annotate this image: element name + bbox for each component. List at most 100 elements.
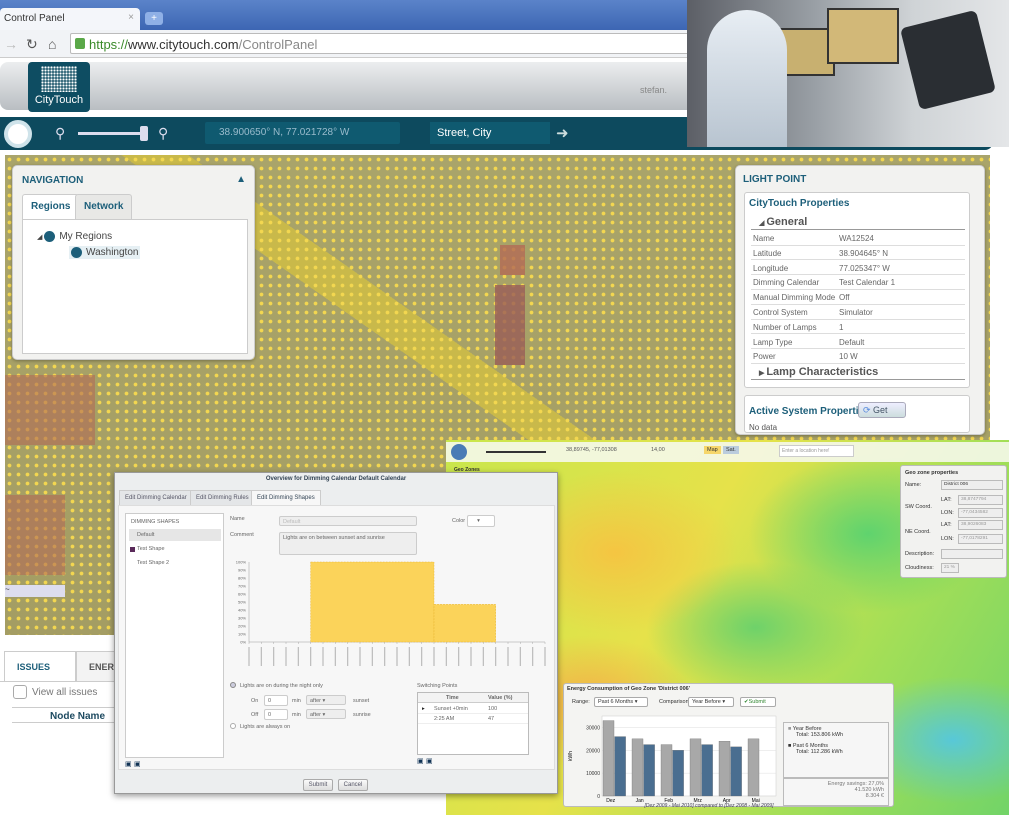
tree-item-my-regions[interactable]: ◢ My Regions bbox=[37, 231, 112, 242]
tab-edit-dimming-rules[interactable]: Edit Dimming Rules bbox=[190, 490, 255, 506]
map-button[interactable]: Map bbox=[704, 446, 721, 454]
satellite-button[interactable]: Sat. bbox=[723, 446, 739, 454]
zoom-slider[interactable] bbox=[78, 132, 148, 135]
zoom-in-icon[interactable]: ⚲ bbox=[158, 125, 168, 142]
url-scheme: https:// bbox=[89, 37, 129, 52]
submit-button[interactable]: Submit bbox=[303, 779, 333, 791]
tab-issues[interactable]: ISSUES bbox=[4, 651, 76, 681]
home-icon[interactable]: ⌂ bbox=[48, 36, 56, 52]
divider bbox=[0, 681, 115, 682]
map-block bbox=[495, 285, 525, 365]
switching-points-title: Switching Points bbox=[417, 683, 458, 689]
delete-shape-icon[interactable]: ▣ bbox=[134, 760, 141, 768]
y-tick-label: 80% bbox=[238, 576, 246, 581]
group-lamp-characteristics[interactable]: ▶ Lamp Characteristics bbox=[751, 365, 965, 380]
tab-regions[interactable]: Regions bbox=[22, 194, 80, 220]
globe-icon bbox=[71, 247, 82, 258]
section-title: CityTouch Properties bbox=[749, 198, 850, 209]
cancel-button[interactable]: Cancel bbox=[338, 779, 368, 791]
url-host: www.citytouch.com bbox=[128, 37, 239, 52]
group-general[interactable]: ◢ General bbox=[751, 215, 965, 230]
property-label: Number of Lamps bbox=[753, 322, 817, 332]
off-after-select[interactable]: after ▾ bbox=[306, 709, 346, 719]
zoom-out-icon[interactable]: ⚲ bbox=[55, 125, 65, 142]
tab-network[interactable]: Network bbox=[75, 194, 133, 220]
property-label: Control System bbox=[753, 308, 808, 317]
ne-lon-field[interactable]: -77,0178291 bbox=[958, 534, 1003, 544]
new-tab-button[interactable]: + bbox=[145, 12, 163, 25]
forward-icon[interactable]: → bbox=[4, 36, 18, 52]
cell-value: 47 bbox=[488, 716, 495, 722]
switching-points-table: Time Value (%) ▸ Sunset +0min 100 2:25 A… bbox=[417, 692, 529, 755]
comment-field[interactable]: Lights are on between sunset and sunrise bbox=[279, 532, 417, 555]
radio-night-only[interactable] bbox=[230, 682, 236, 688]
button-label: Get bbox=[873, 405, 888, 415]
reload-icon[interactable]: ↻ bbox=[26, 36, 38, 53]
name-field[interactable]: Default bbox=[279, 516, 417, 526]
add-point-icon[interactable]: ▣ bbox=[417, 757, 424, 765]
cloudiness-field[interactable]: 21 % bbox=[941, 563, 959, 573]
dimming-step bbox=[310, 561, 435, 643]
cell-time: Sunset +0min bbox=[434, 706, 468, 712]
sw-lat-field[interactable]: 38,8747794 bbox=[958, 495, 1003, 505]
off-minutes-stepper[interactable]: 0 bbox=[264, 709, 288, 720]
comparison-select[interactable]: Year Before ▾ bbox=[688, 697, 734, 707]
browser-tab[interactable]: Control Panel × bbox=[0, 8, 140, 30]
list-item[interactable]: Test Shape bbox=[129, 543, 221, 555]
cell-time: 2:25 AM bbox=[434, 716, 455, 722]
citytouch-logo[interactable]: CityTouch bbox=[28, 62, 90, 112]
submit-button[interactable]: ✔Submit bbox=[740, 697, 776, 707]
close-tab-icon[interactable]: × bbox=[128, 12, 134, 23]
go-arrow-icon[interactable]: ➜ bbox=[556, 124, 569, 142]
zoom-slider[interactable] bbox=[486, 451, 546, 453]
field-label: Description: bbox=[905, 551, 935, 557]
description-field[interactable] bbox=[941, 549, 1003, 559]
location-search-input[interactable]: Enter a location here! bbox=[779, 445, 854, 457]
panel-title: Geo zone properties bbox=[905, 470, 959, 476]
view-all-checkbox[interactable] bbox=[13, 685, 27, 699]
tab-energy[interactable]: ENER bbox=[76, 651, 116, 681]
property-row: Control System Simulator bbox=[751, 305, 965, 320]
name-field[interactable]: District 006 bbox=[941, 480, 1003, 490]
column-header-node-name[interactable]: Node Name bbox=[12, 707, 115, 723]
user-name[interactable]: stefan. bbox=[640, 85, 667, 95]
y-tick-label: 60% bbox=[238, 592, 246, 597]
tree-item-washington[interactable]: Washington bbox=[69, 246, 141, 260]
sw-lon-field[interactable]: -77,0434582 bbox=[958, 508, 1003, 518]
add-shape-icon[interactable]: ▣ bbox=[125, 760, 132, 768]
url-input[interactable]: https://www.citytouch.com/ControlPanel bbox=[70, 33, 690, 54]
table-row[interactable]: 2:25 AM 47 bbox=[418, 714, 528, 724]
property-label: Manual Dimming Mode bbox=[753, 293, 836, 303]
dialog-title: Overview for Dimming Calendar Default Ca… bbox=[265, 476, 407, 482]
on-after-select[interactable]: after ▾ bbox=[306, 695, 346, 705]
property-row: Power 10 W bbox=[751, 349, 965, 364]
property-value: Simulator bbox=[839, 308, 873, 317]
pan-control-icon[interactable] bbox=[451, 444, 467, 460]
location-search-input[interactable]: Street, City bbox=[430, 122, 550, 144]
group-label: General bbox=[766, 216, 808, 228]
list-item[interactable]: Default bbox=[129, 529, 221, 541]
radio-always-on[interactable] bbox=[230, 723, 236, 729]
sunset-label: sunset bbox=[353, 698, 370, 704]
tab-edit-dimming-shapes[interactable]: Edit Dimming Shapes bbox=[251, 490, 321, 506]
collapse-icon[interactable]: ▲ bbox=[236, 174, 246, 185]
panel-title: LIGHT POINT bbox=[743, 174, 807, 185]
delete-point-icon[interactable]: ▣ bbox=[426, 757, 433, 765]
monitor-image bbox=[827, 8, 899, 64]
on-minutes-stepper[interactable]: 0 bbox=[264, 695, 288, 706]
color-select[interactable]: ▾ bbox=[467, 515, 495, 527]
pan-control-icon[interactable] bbox=[4, 120, 32, 148]
tab-edit-dimming-calendar[interactable]: Edit Dimming Calendar bbox=[119, 490, 193, 506]
list-item[interactable]: Test Shape 2 bbox=[129, 557, 221, 569]
table-row[interactable]: ▸ Sunset +0min 100 bbox=[418, 704, 528, 714]
property-row: Longitude 77.025347° W bbox=[751, 261, 965, 276]
url-path: /ControlPanel bbox=[238, 37, 318, 52]
get-button[interactable]: ⟳ Get bbox=[858, 402, 906, 418]
bar-past-6-months bbox=[672, 750, 684, 797]
range-select[interactable]: Past 6 Months ▾ bbox=[594, 697, 648, 707]
sunrise-label: sunrise bbox=[353, 712, 371, 718]
select-value: after bbox=[310, 698, 322, 704]
zoom-slider-handle[interactable] bbox=[140, 126, 148, 141]
ne-lat-field[interactable]: 38,9026083 bbox=[958, 520, 1003, 530]
coordinates-display: 38.900650° N, 77.021728° W bbox=[205, 122, 400, 144]
